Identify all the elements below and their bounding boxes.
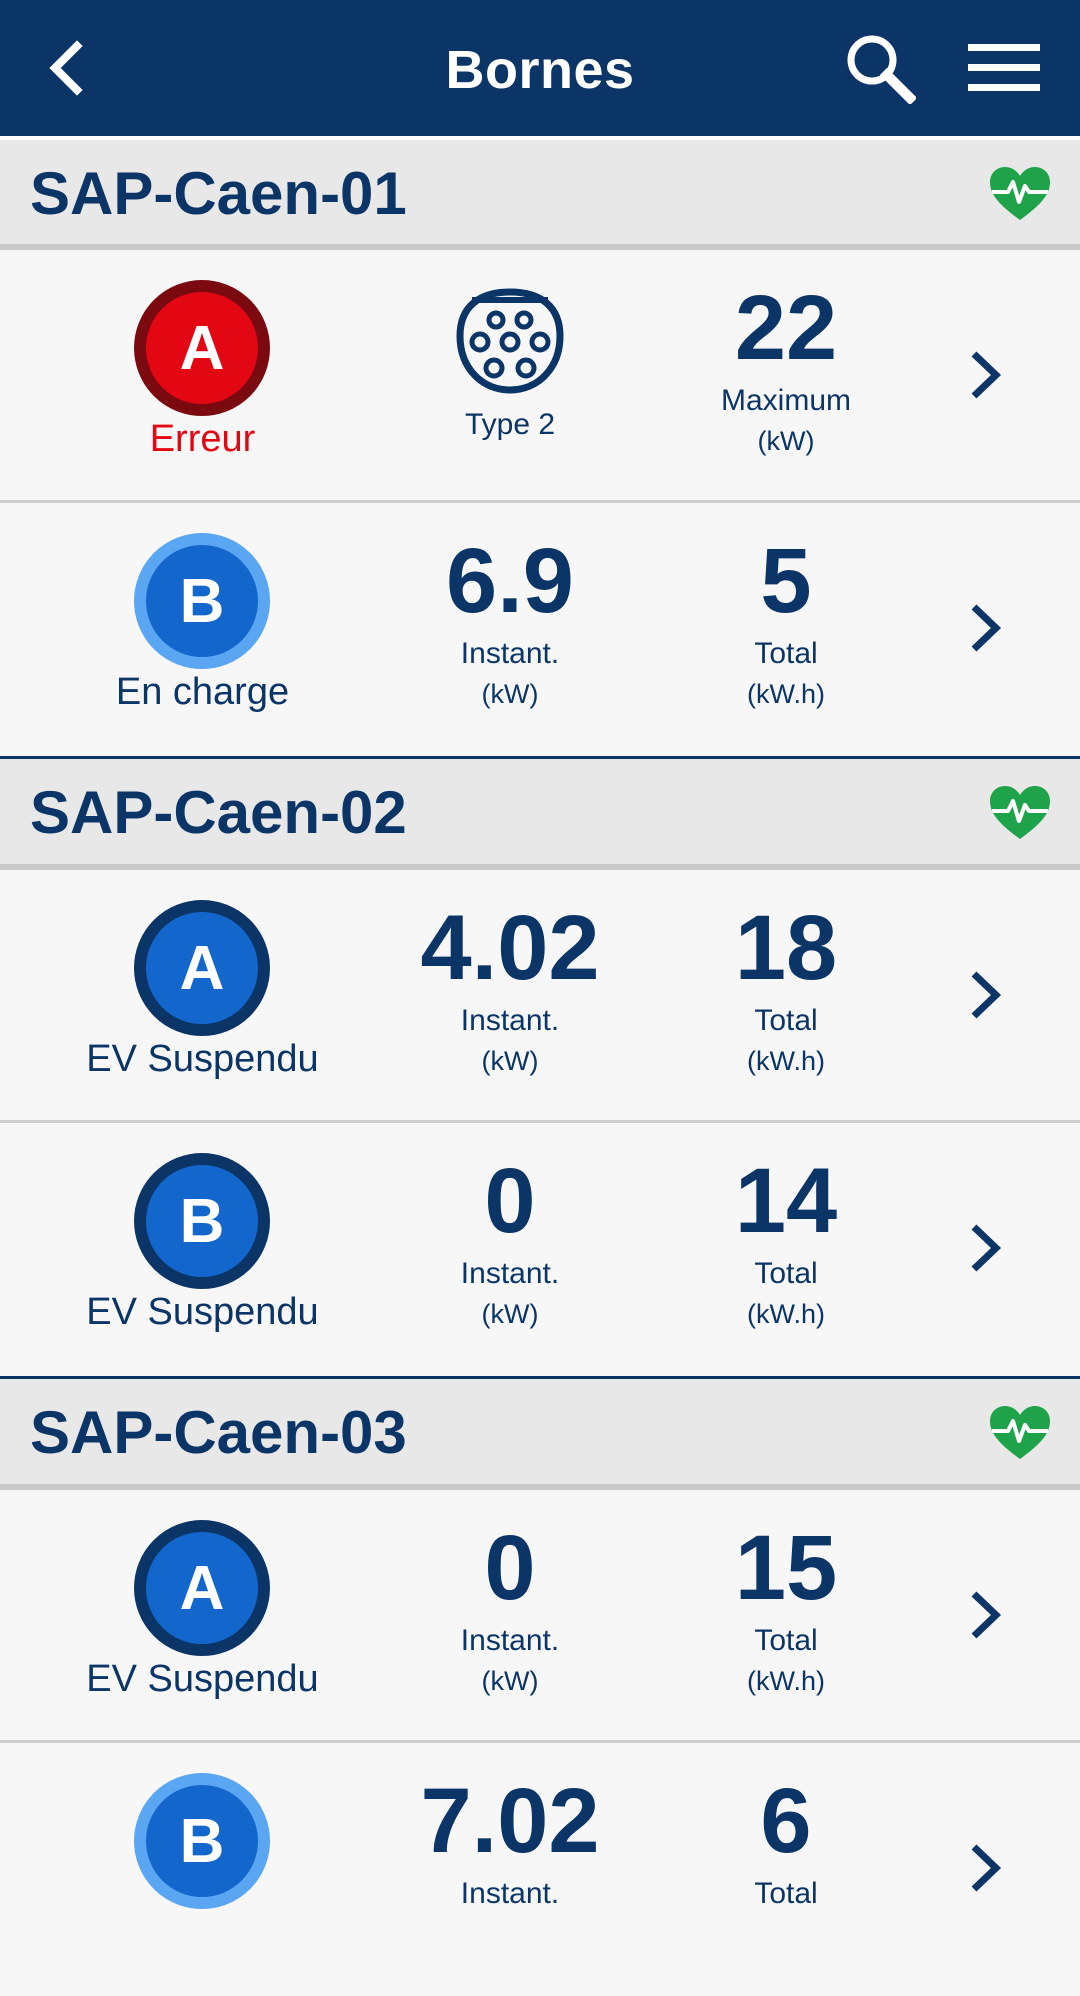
instant-power-value: 6.9 [446, 530, 574, 632]
total-energy: 18 Total (kW.h) [650, 870, 922, 1120]
station-header: SAP-Caen-01 [0, 136, 1080, 250]
instant-power: 0 Instant. (kW) [370, 1123, 650, 1373]
connector-status: A Erreur [60, 250, 345, 500]
instant-power-unit: (kW) [481, 1299, 539, 1329]
connector-type: Type 2 [370, 250, 650, 500]
station-name: SAP-Caen-03 [30, 1399, 407, 1466]
status-label: EV Suspendu [86, 1291, 319, 1333]
instant-power-label: Instant. [460, 1624, 560, 1657]
max-power: 22 Maximum (kW) [650, 250, 922, 500]
connector-row[interactable]: B EV Suspendu 0 Instant. (kW) 14 Total (kW.h) [0, 1123, 1080, 1376]
max-power-unit: (kW) [757, 426, 815, 456]
instant-power-unit: (kW) [481, 1046, 539, 1076]
type2-plug-icon [450, 286, 570, 396]
connector-row[interactable]: A EV Suspendu 0 Instant. (kW) 15 Total (kW.h) [0, 1490, 1080, 1743]
chevron-right-icon[interactable] [960, 1213, 1010, 1283]
total-energy-label: Total [754, 1877, 818, 1910]
instant-power: 0 Instant. (kW) [370, 1490, 650, 1740]
connector-status: B EV Suspendu [60, 1123, 345, 1373]
chevron-right-icon[interactable] [960, 593, 1010, 663]
total-energy-label: Total [754, 1004, 818, 1037]
connector-badge: B [134, 1153, 270, 1289]
type-label: Type 2 [464, 408, 556, 441]
station-name: SAP-Caen-01 [30, 160, 407, 227]
instant-power: 6.9 Instant. (kW) [370, 503, 650, 753]
chevron-right-icon[interactable] [960, 1580, 1010, 1650]
station-header: SAP-Caen-02 [0, 756, 1080, 870]
instant-power-label: Instant. [460, 1004, 560, 1037]
station-list: SAP-Caen-01 A Erreur Type 2 22 Maximum (kW) B E… [0, 136, 1080, 1996]
heart-pulse-icon [988, 1405, 1052, 1461]
chevron-right-icon[interactable] [960, 340, 1010, 410]
connector-badge: A [134, 900, 270, 1036]
connector-badge: B [134, 1773, 270, 1909]
menu-icon[interactable] [958, 0, 1050, 136]
status-label: Erreur [149, 418, 256, 460]
total-energy-label: Total [754, 1257, 818, 1290]
total-energy-unit: (kW.h) [747, 679, 825, 709]
connector-status: B [60, 1743, 345, 1993]
heart-pulse-icon [988, 785, 1052, 841]
search-icon[interactable] [830, 0, 930, 136]
instant-power: 4.02 Instant. (kW) [370, 870, 650, 1120]
total-energy: 15 Total (kW.h) [650, 1490, 922, 1740]
heart-pulse-icon [988, 166, 1052, 222]
station-name: SAP-Caen-02 [30, 779, 407, 846]
total-energy-label: Total [754, 637, 818, 670]
connector-badge: A [134, 1520, 270, 1656]
status-label: EV Suspendu [86, 1658, 319, 1700]
instant-power-value: 0 [484, 1517, 536, 1619]
total-energy: 5 Total (kW.h) [650, 503, 922, 753]
instant-power: 7.02 Instant. [370, 1743, 650, 1993]
instant-power-label: Instant. [460, 1257, 560, 1290]
instant-power-label: Instant. [460, 637, 560, 670]
connector-row[interactable]: A Erreur Type 2 22 Maximum (kW) [0, 250, 1080, 503]
max-power-label: Maximum [720, 384, 851, 417]
instant-power-value: 4.02 [420, 897, 600, 999]
total-energy-value: 5 [760, 530, 812, 632]
connector-badge: A [134, 280, 270, 416]
chevron-right-icon[interactable] [960, 960, 1010, 1030]
total-energy-unit: (kW.h) [747, 1046, 825, 1076]
connector-badge: B [134, 533, 270, 669]
instant-power-unit: (kW) [481, 1666, 539, 1696]
total-energy-value: 15 [734, 1517, 838, 1619]
station-header: SAP-Caen-03 [0, 1376, 1080, 1490]
total-energy-value: 6 [760, 1770, 812, 1872]
total-energy: 14 Total (kW.h) [650, 1123, 922, 1373]
total-energy-label: Total [754, 1624, 818, 1657]
connector-status: A EV Suspendu [60, 870, 345, 1120]
connector-status: A EV Suspendu [60, 1490, 345, 1740]
connector-row[interactable]: B 7.02 Instant. 6 Total [0, 1743, 1080, 1996]
max-power-value: 22 [734, 277, 838, 379]
instant-power-value: 0 [484, 1150, 536, 1252]
instant-power-value: 7.02 [420, 1770, 600, 1872]
instant-power-unit: (kW) [481, 679, 539, 709]
total-energy: 6 Total [650, 1743, 922, 1993]
connector-status: B En charge [60, 503, 345, 753]
total-energy-value: 18 [734, 897, 838, 999]
instant-power-label: Instant. [460, 1877, 560, 1910]
chevron-right-icon[interactable] [960, 1833, 1010, 1903]
status-label: EV Suspendu [86, 1038, 319, 1080]
total-energy-value: 14 [734, 1150, 838, 1252]
connector-row[interactable]: B En charge 6.9 Instant. (kW) 5 Total (kW.h) [0, 503, 1080, 756]
total-energy-unit: (kW.h) [747, 1299, 825, 1329]
connector-row[interactable]: A EV Suspendu 4.02 Instant. (kW) 18 Total (kW.h… [0, 870, 1080, 1123]
status-label: En charge [115, 671, 290, 713]
app-bar: Bornes [0, 0, 1080, 136]
total-energy-unit: (kW.h) [747, 1666, 825, 1696]
